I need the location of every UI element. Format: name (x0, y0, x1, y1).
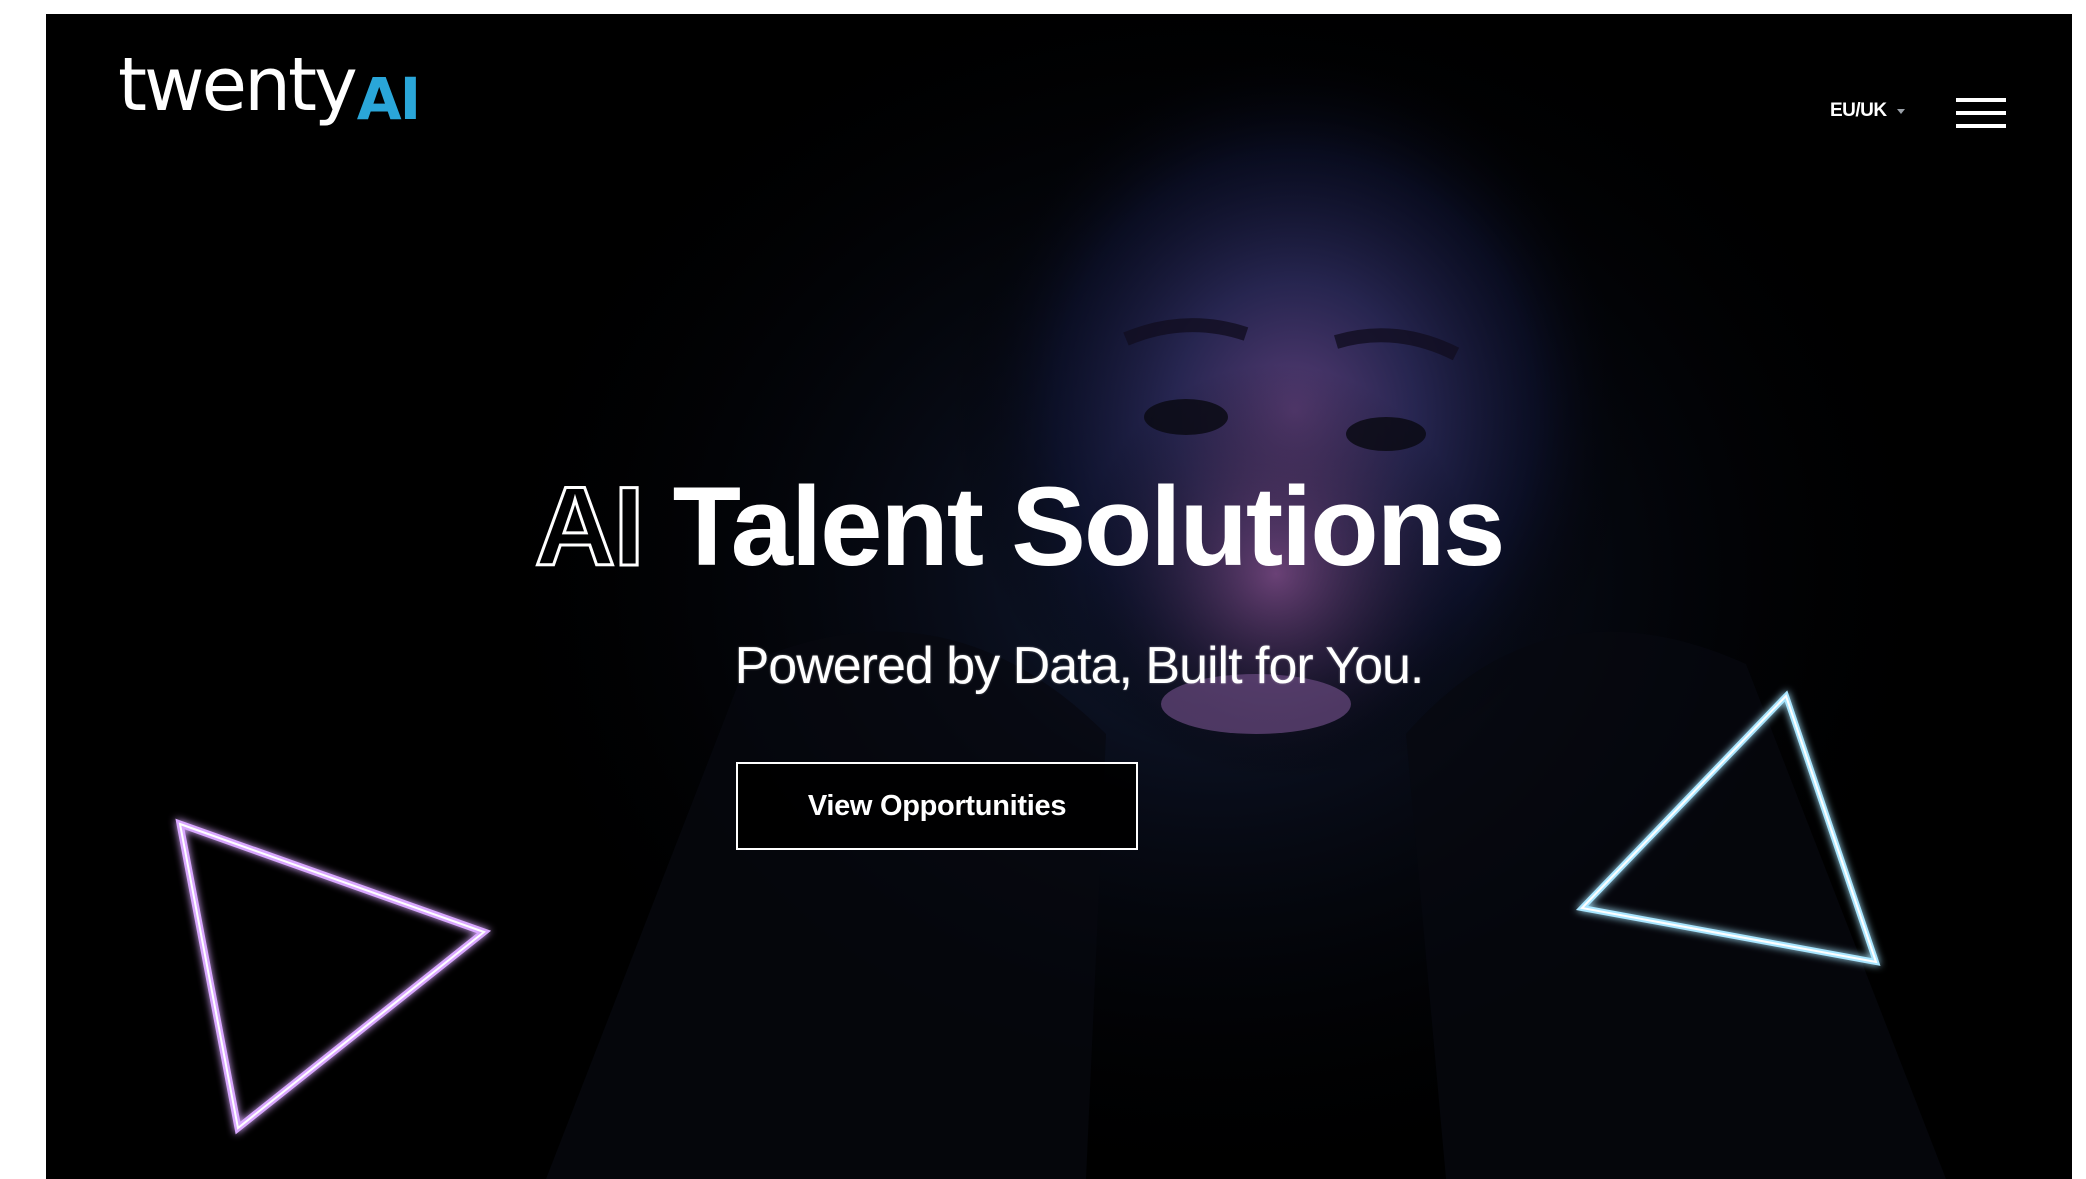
menu-line (1956, 98, 2006, 102)
hero-headline: AI Talent Solutions (46, 462, 2072, 591)
neon-triangle-left-icon (175, 818, 492, 1135)
headline-outline-text: AI (533, 463, 646, 591)
chevron-down-icon (1896, 108, 1905, 114)
neon-triangle-right-icon (1575, 690, 1881, 966)
logo-wordmark: twenty (118, 42, 358, 128)
hero-headline-inner: AI Talent Solutions (533, 462, 1506, 591)
menu-line (1956, 111, 2006, 115)
menu-line (1956, 124, 2006, 128)
hero-subheadline: Powered by Data, Built for You. (46, 636, 2072, 696)
cta-label: View Opportunities (807, 789, 1067, 822)
site-header: twenty AI EU/UK (46, 14, 2072, 194)
region-label: EU/UK (1830, 100, 1887, 121)
hamburger-menu-icon[interactable] (1956, 96, 2006, 132)
region-selector[interactable]: EU/UK (1830, 100, 1905, 122)
headline-solid-text: Talent Solutions (672, 464, 1506, 589)
view-opportunities-button[interactable]: View Opportunities (736, 762, 1138, 850)
twentyai-logo[interactable]: twenty AI (118, 42, 421, 158)
subheadline-text: Powered by Data, Built for You. (734, 637, 1425, 695)
logo-ai-suffix: AI (356, 65, 421, 133)
hero-section: twenty AI EU/UK AI Talent Solutions Powe… (46, 14, 2072, 1179)
